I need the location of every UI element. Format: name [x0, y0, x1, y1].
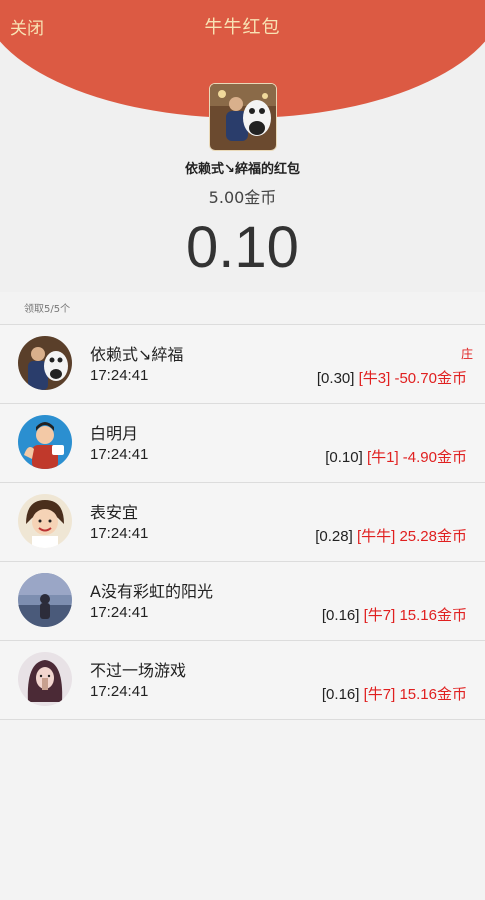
avatar: [18, 652, 72, 706]
niu-value: [牛1]: [366, 449, 399, 466]
list-item: 依赖式↘綷福 17:24:41 庄 [0.30] [牛3] -50.70金币: [0, 324, 485, 404]
list-item: A没有彩虹的阳光 17:24:41 [0.16] [牛7] 15.16金币: [0, 562, 485, 641]
recipient-amount: [0.30]: [316, 370, 355, 387]
avatar: [18, 415, 72, 469]
recipient-time: 17:24:41: [90, 446, 149, 463]
coin-change: -4.90金币: [402, 449, 467, 466]
recipient-amount: [0.16]: [321, 686, 360, 703]
recipient-time: 17:24:41: [90, 683, 149, 700]
recipient-result: [0.16] [牛7] 15.16金币: [322, 683, 467, 704]
recipient-amount: [0.28]: [315, 528, 353, 545]
sender-title: 依赖式↘綷福的红包: [185, 162, 300, 177]
packet-total: 5.00金币: [208, 188, 277, 207]
list-item: 表安宜 17:24:41 [0.28] [牛牛] 25.28金币: [0, 483, 485, 562]
recipient-result: [0.28] [牛牛] 25.28金币: [315, 525, 467, 546]
niu-value: [牛3]: [358, 370, 391, 387]
red-packet-detail-page: 关闭 牛牛红包 依赖式↘綷福的红包 5.00金币 0.10 领取5/5个 依赖式…: [0, 0, 485, 900]
avatar: [18, 573, 72, 627]
sender-avatar: [209, 83, 277, 151]
recipient-time: 17:24:41: [90, 525, 149, 542]
recipient-name: 不过一场游戏: [90, 661, 187, 680]
recipient-result: [0.16] [牛7] 15.16金币: [322, 604, 467, 625]
banker-badge: 庄: [460, 347, 473, 361]
my-received-amount: 0.10: [186, 215, 299, 280]
niu-value: [牛7]: [363, 686, 396, 703]
received-count: 领取5/5个: [24, 304, 71, 315]
coin-change: -50.70金币: [394, 370, 467, 387]
avatar: [18, 336, 72, 390]
recipient-list: 依赖式↘綷福 17:24:41 庄 [0.30] [牛3] -50.70金币 白…: [0, 324, 485, 720]
recipient-time: 17:24:41: [90, 604, 149, 621]
recipient-name: 表安宜: [90, 503, 139, 522]
header-title: 牛牛红包: [204, 17, 281, 38]
recipient-result: [0.30] [牛3] -50.70金币: [317, 367, 467, 388]
niu-value: [牛牛]: [356, 528, 396, 545]
list-item: 不过一场游戏 17:24:41 [0.16] [牛7] 15.16金币: [0, 641, 485, 720]
recipient-result: [0.10] [牛1] -4.90金币: [325, 446, 467, 467]
list-item: 白明月 17:24:41 [0.10] [牛1] -4.90金币: [0, 404, 485, 483]
recipient-amount: [0.16]: [321, 607, 360, 624]
niu-value: [牛7]: [363, 607, 396, 624]
recipient-name: 依赖式↘綷福: [90, 345, 184, 364]
recipient-name: A没有彩虹的阳光: [90, 582, 213, 601]
avatar: [18, 494, 72, 548]
recipient-time: 17:24:41: [90, 367, 149, 384]
coin-change: 15.16金币: [399, 686, 467, 703]
header-bar: 关闭 牛牛红包: [0, 0, 485, 52]
coin-change: 25.28金币: [399, 528, 467, 545]
recipient-name: 白明月: [90, 424, 139, 443]
coin-change: 15.16金币: [399, 607, 467, 624]
recipient-amount: [0.10]: [325, 449, 363, 466]
